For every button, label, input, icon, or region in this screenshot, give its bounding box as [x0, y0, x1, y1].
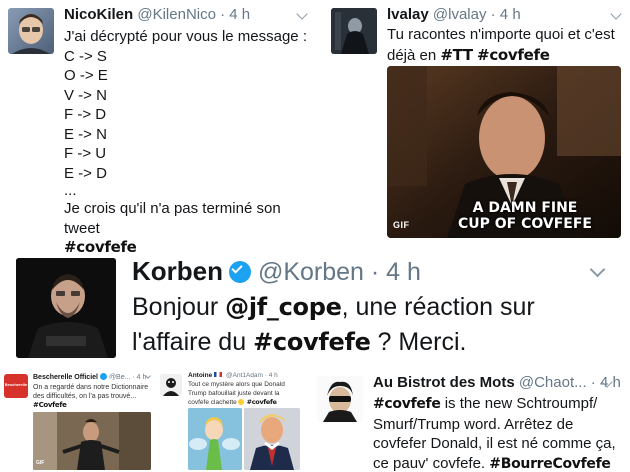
tweet-text-fragment: covfefe clachette: [188, 399, 237, 406]
chevron-down-icon[interactable]: [610, 8, 622, 20]
tweet-text-line: F -> D: [64, 106, 107, 123]
author-handle[interactable]: @KilenNico: [137, 6, 216, 23]
timestamp[interactable]: · 4 h: [491, 6, 521, 23]
emoji-icon: [237, 399, 244, 405]
timestamp[interactable]: · 4 h: [371, 258, 421, 286]
avatar[interactable]: [317, 376, 363, 422]
gif-media[interactable]: A DAMN FINE CUP OF COVFEFE GIF: [387, 66, 621, 238]
tweet-text-fragment: ce pauv' covfefe.: [373, 454, 486, 472]
verified-badge-icon: [99, 373, 107, 380]
gif-frame: [33, 412, 151, 470]
tweet-text-line: Je crois qu'il n'a pas terminé son: [64, 200, 281, 217]
tweet-text-line: des difficultés, on l'a pas trouvé...: [33, 393, 137, 400]
author-name[interactable]: Au Bistrot des Mots: [373, 374, 515, 391]
avatar-photo: [317, 376, 363, 422]
media-image-trump[interactable]: [244, 408, 300, 470]
avatar[interactable]: [16, 258, 116, 358]
chevron-down-icon[interactable]: [296, 8, 308, 20]
tweet-text-line: J'ai décrypté pour vous le message :: [64, 28, 307, 45]
tweet-text: Bonjour @jf_cope, une réaction sur l'aff…: [132, 290, 627, 360]
avatar-photo: [160, 374, 182, 396]
tweet-nicokilen[interactable]: NicoKilen @KilenNico · 4 h J'ai décrypté…: [0, 0, 322, 256]
tweet-text-fragment: déjà en: [387, 47, 437, 64]
author-handle[interactable]: @Ant1Adam: [226, 372, 263, 379]
avatar-photo: [331, 8, 377, 54]
verified-badge-icon: [229, 261, 251, 283]
tweet-antoine[interactable]: Antoine @Ant1Adam · 4 h Tout ce mystère …: [158, 368, 303, 472]
timestamp[interactable]: · 4 h: [265, 372, 278, 379]
gif-badge: GIF: [36, 460, 45, 466]
tweet-lvalay[interactable]: lvalay @lvalay · 4 h Tu racontes n'impor…: [322, 0, 630, 250]
tweet-text-fragment: is the new Schtroumpf/: [444, 395, 598, 412]
tweet-text: Tu racontes n'importe quoi et c'est déjà…: [387, 25, 627, 66]
tweet-text-fragment: Bonjour: [132, 293, 219, 321]
author-name[interactable]: Antoine: [188, 372, 212, 379]
tweet-text-line: covfefe clachette #covfefe: [188, 398, 300, 408]
hashtag-link[interactable]: #covfefe: [477, 46, 550, 64]
author-name[interactable]: lvalay: [387, 6, 429, 23]
tweet-text-line: O -> E: [64, 67, 108, 84]
author-name[interactable]: Korben: [132, 256, 223, 286]
timestamp[interactable]: · 4 h: [220, 6, 250, 23]
tweet-text: Tout ce mystère alors que Donald Trump b…: [188, 381, 300, 408]
tweet-text-line: E -> D: [64, 164, 107, 182]
flag-icon: [214, 372, 223, 377]
avatar-photo: [16, 258, 116, 358]
author-name[interactable]: Bescherelle Officiel: [33, 374, 98, 381]
gif-caption: A DAMN FINE CUP OF COVFEFE: [435, 200, 615, 232]
author-handle[interactable]: @Korben: [258, 258, 364, 286]
gif-media[interactable]: GIF: [33, 412, 151, 470]
tweet-au-bistrot-des-mots[interactable]: Au Bistrot des Mots @Chaot... · 4 h #cov…: [303, 368, 630, 472]
hashtag-link[interactable]: #covfefe: [373, 396, 441, 412]
avatar-photo: [12, 14, 50, 54]
tweet-text-line: covfefer Donald, il est né comme ça,: [373, 435, 616, 452]
tweet-text-line: Bonjour @jf_cope, une réaction sur: [132, 290, 627, 325]
trump-image: [244, 408, 300, 470]
author-name[interactable]: NicoKilen: [64, 6, 133, 23]
hashtag-link[interactable]: #Covfefe: [33, 401, 157, 410]
tweet-text-line: ...: [64, 182, 77, 199]
tweet-text-line: Tout ce mystère alors que Donald: [188, 381, 285, 388]
author-handle[interactable]: @Chaot...: [519, 374, 587, 391]
tweet-text-fragment: , une réaction sur: [341, 293, 535, 321]
tweet-text-line: C -> S: [64, 47, 107, 65]
tinkerbell-image: [188, 408, 242, 470]
media-image-tinkerbell[interactable]: [188, 408, 242, 470]
gif-caption-line: CUP OF COVFEFE: [457, 216, 592, 232]
mention-link[interactable]: @jf_cope: [225, 293, 342, 321]
tweet-text: #covfefe is the new Schtroumpf/ Smurf/Tr…: [373, 394, 628, 472]
tweet-text-line: Trump bafouillait juste devant la: [188, 389, 280, 397]
tweet-text: On a regardé dans notre Dictionnaire des…: [33, 383, 157, 410]
tweet-text-fragment: ? Merci.: [377, 328, 467, 356]
tweet-text-line: tweet: [64, 219, 100, 237]
tweet-text-line: ce pauv' covfefe. #BourreCovfefe: [373, 454, 628, 472]
tweet-text: J'ai décrypté pour vous le message : C -…: [64, 27, 319, 258]
hashtag-link[interactable]: #covfefe: [253, 328, 371, 356]
gif-caption-line: A DAMN FINE: [472, 200, 578, 216]
tweet-text-fragment: l'affaire du: [132, 328, 247, 356]
tweet-korben[interactable]: Korben @Korben · 4 h Bonjour @jf_cope, u…: [0, 250, 630, 368]
tweet-text-line: Smurf/Trump word. Arrêtez de: [373, 415, 574, 433]
tweet-text-line: F -> U: [64, 145, 107, 162]
tweet-text-line: l'affaire du #covfefe ? Merci.: [132, 325, 627, 360]
avatar[interactable]: [331, 8, 377, 54]
avatar-logo-text: Bescherelle: [4, 382, 28, 387]
tweet-text-line: déjà en #TT #covfefe: [387, 45, 627, 66]
tweet-text-line: Tu racontes n'importe quoi et c'est: [387, 26, 615, 43]
hashtag-link[interactable]: #covfefe: [247, 398, 277, 406]
avatar[interactable]: [8, 8, 54, 54]
hashtag-link[interactable]: #BourreCovfefe: [489, 456, 611, 472]
avatar[interactable]: Bescherelle: [4, 374, 28, 398]
tweet-bescherelle[interactable]: Bescherelle Bescherelle Officiel @Be... …: [0, 368, 158, 472]
avatar[interactable]: [160, 374, 182, 396]
gif-badge: GIF: [393, 220, 410, 230]
author-handle[interactable]: @lvalay: [433, 6, 487, 23]
tweet-text-line: V -> N: [64, 86, 107, 104]
chevron-down-icon[interactable]: [589, 261, 606, 278]
tweet-text-line: E -> N: [64, 125, 107, 143]
hashtag-link[interactable]: #TT: [440, 46, 473, 64]
tweet-text-line: On a regardé dans notre Dictionnaire: [33, 384, 149, 391]
tweet-text-line: #covfefe is the new Schtroumpf/: [373, 394, 628, 415]
